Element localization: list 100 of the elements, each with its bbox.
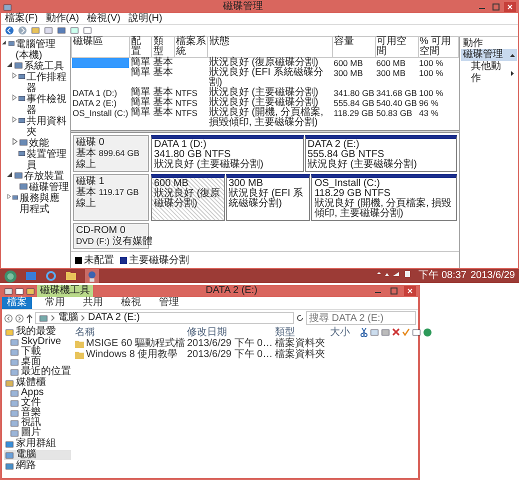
nav-item[interactable]: SkyDrive	[4, 337, 71, 347]
up-arrow-icon[interactable]	[26, 314, 33, 322]
tree-node-icon	[8, 39, 15, 48]
actions-item[interactable]: 其他動作	[461, 61, 517, 85]
nav-item[interactable]: Apps	[4, 388, 71, 398]
disk-status: 線上	[76, 198, 97, 209]
column-header[interactable]: 檔案系統	[174, 37, 208, 58]
collapsed-arrow-icon[interactable]	[12, 116, 18, 123]
table-cell-text: 300 MB	[375, 68, 407, 80]
nav-item[interactable]: 家用群組	[4, 439, 71, 449]
nav-item[interactable]: 媒體櫃	[4, 378, 71, 388]
tree-item[interactable]: 裝置管理員	[26, 149, 69, 171]
partition-block[interactable]: DATA 2 (E:) 555.84 GB NTFS 狀況良好 (主要磁碟分割)	[304, 135, 457, 172]
menu-item[interactable]: 檔案(F)	[5, 13, 38, 24]
column-header[interactable]: 類型	[152, 37, 174, 58]
table-cell[interactable]: OS_Install (C:)	[72, 108, 130, 128]
tree-item[interactable]: 工作排程器	[26, 72, 69, 94]
address-bar[interactable]: 電腦 DATA 2 (E:)	[35, 312, 294, 324]
maximize-icon[interactable]	[490, 2, 502, 12]
checkmark-icon[interactable]	[402, 328, 410, 336]
tree-item[interactable]: 磁碟管理	[29, 182, 69, 193]
start-orb-icon[interactable]	[4, 270, 17, 282]
close-icon[interactable]	[504, 2, 516, 12]
partition-block[interactable]: OS_Install (C:) 118.29 GB NTFS 狀況良好 (開機, 分頁檔案, 損毀傾印, 主要磁碟分割)	[311, 174, 457, 221]
menu-item[interactable]: 檢視(V)	[87, 13, 120, 24]
tree-item[interactable]: 電腦管理 (本機)	[16, 39, 69, 61]
close-icon[interactable]	[404, 286, 416, 296]
column-header[interactable]: 狀態	[208, 37, 333, 58]
partition-block[interactable]: DATA 1 (D:) 341.80 GB NTFS 狀況良好 (主要磁碟分割)	[151, 135, 304, 172]
menu-item[interactable]: 說明(H)	[128, 13, 162, 24]
expanded-arrow-icon[interactable]	[7, 171, 13, 178]
breadcrumb-item[interactable]: DATA 2 (E:)	[88, 313, 140, 323]
partition-name: DATA 1 (D:)	[154, 140, 208, 150]
tree-item[interactable]: 存放裝置	[24, 171, 64, 182]
nav-item[interactable]: 我的最愛	[4, 327, 71, 337]
expanded-arrow-icon[interactable]	[2, 39, 7, 46]
partition-block[interactable]: 300 MB 狀況良好 (EFI 系統磁碟分割)	[226, 174, 310, 221]
table-cell[interactable]: DATA 1 (D:)	[72, 88, 130, 98]
partition-size: 300 MB	[228, 179, 264, 189]
collapsed-arrow-icon[interactable]	[7, 193, 12, 200]
back-icon[interactable]	[4, 314, 13, 322]
tree-item[interactable]: 共用資料夾	[26, 116, 69, 138]
column-header[interactable]: 磁碟區	[72, 37, 130, 58]
partition-status: 狀況良好 (EFI 系統磁碟分割)	[228, 189, 304, 209]
tree-item[interactable]: 系統工具	[24, 61, 64, 72]
maximize-icon[interactable]	[388, 286, 400, 296]
file-name[interactable]: Windows 8 使用教學	[75, 349, 187, 360]
column-header[interactable]: 可用空間	[375, 37, 418, 58]
partition-block[interactable]: 600 MB 狀況良好 (復原磁碟分割)	[151, 174, 225, 221]
column-header[interactable]: 修改日期	[187, 326, 275, 338]
nav-item[interactable]: 桌面	[4, 357, 71, 367]
collapsed-arrow-icon[interactable]	[12, 72, 18, 79]
table-cell[interactable]	[72, 58, 130, 68]
collapsed-arrow-icon[interactable]	[12, 138, 18, 145]
nav-item[interactable]: 視訊	[4, 418, 71, 428]
nav-item[interactable]: 文件	[4, 398, 71, 408]
tree-item[interactable]: 效能	[29, 138, 49, 149]
search-field[interactable]: 搜尋 DATA 2 (E:)	[306, 311, 416, 325]
menu-item[interactable]: 動作(A)	[46, 13, 80, 24]
column-header[interactable]: 類型	[275, 326, 330, 338]
back-icon[interactable]	[5, 26, 14, 35]
ribbon-tab[interactable]: 檢視	[116, 297, 146, 309]
forward-icon[interactable]	[18, 26, 27, 35]
scissors-icon[interactable]	[360, 328, 368, 336]
file-name[interactable]: MSIGE 60 驅動程式檔	[75, 338, 187, 349]
collapse-arrow-icon	[510, 52, 515, 58]
chevron-icon	[81, 315, 85, 321]
expanded-arrow-icon[interactable]	[7, 61, 13, 68]
table-cell-text: 基本	[152, 98, 174, 108]
column-header[interactable]: 名稱	[75, 326, 187, 338]
partition-size: 118.29 GB NTFS	[314, 189, 390, 199]
column-header[interactable]: 配置	[129, 37, 152, 58]
refresh-icon[interactable]	[296, 314, 304, 322]
nav-item[interactable]: 電腦	[4, 450, 71, 460]
column-header[interactable]: % 可用空間	[418, 37, 458, 58]
clock-time[interactable]: 下午 08:37	[418, 270, 466, 282]
context-tab[interactable]: 磁碟機工具	[37, 285, 93, 297]
clock-date[interactable]: 2013/6/29	[470, 270, 515, 282]
ribbon-tab[interactable]: 共用	[78, 297, 108, 309]
actions-section-header[interactable]: 磁碟管理	[461, 49, 517, 61]
tree-item[interactable]: 事件檢視器	[26, 94, 69, 116]
table-cell-text: 簡單	[129, 58, 152, 68]
column-header[interactable]: 容量	[332, 37, 376, 58]
table-cell-text: 簡單	[129, 98, 152, 108]
ribbon-tab[interactable]: 常用	[40, 297, 70, 309]
tree-item[interactable]: 服務與應用程式	[20, 193, 69, 215]
nav-item[interactable]: 下載	[4, 347, 71, 357]
nav-item[interactable]: 圖片	[4, 428, 71, 438]
nav-item[interactable]: 最近的位置	[4, 367, 71, 377]
nav-item[interactable]: 音樂	[4, 408, 71, 418]
forward-icon[interactable]	[15, 314, 24, 322]
nav-item[interactable]: 網路	[4, 461, 71, 471]
delete-x-icon[interactable]	[392, 328, 400, 336]
ribbon-tab[interactable]: 管理	[154, 297, 184, 309]
table-cell-text: 基本	[152, 108, 174, 120]
partition-size: 341.80 GB NTFS	[154, 150, 231, 160]
collapsed-arrow-icon[interactable]	[12, 94, 18, 101]
column-header[interactable]: 大小	[330, 326, 360, 338]
breadcrumb-item[interactable]: 電腦	[58, 313, 78, 323]
table-cell[interactable]: DATA 2 (E:)	[72, 98, 130, 108]
